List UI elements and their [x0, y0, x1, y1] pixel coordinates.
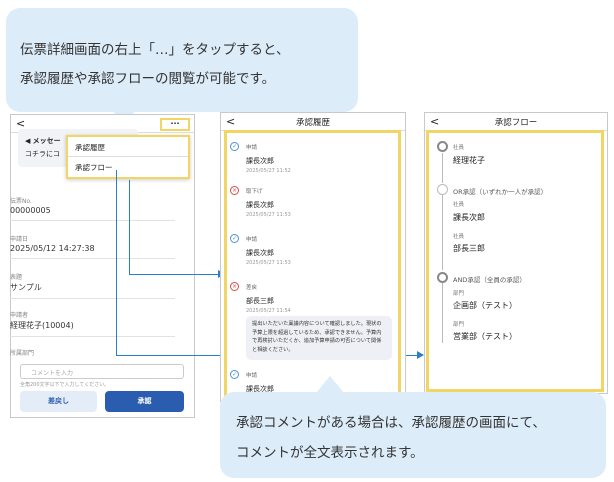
history-status: 申請 [246, 373, 258, 379]
menu-item-approval-history[interactable]: 承認履歴 [68, 137, 188, 157]
field-value: サンプル [10, 283, 42, 292]
instruction-callout-bottom: 承認コメントがある場合は、承認履歴の画面にて、 コメントが全文表示されます。 [220, 392, 606, 478]
node-circle-icon [437, 141, 448, 152]
field-value: 経理花子(10004) [10, 321, 74, 330]
megaphone-icon: ◀ [25, 137, 31, 145]
history-navbar: < 承認履歴 [221, 113, 405, 131]
flow-name: 営業部（テスト） [453, 332, 517, 341]
check-icon: ✓ [230, 370, 239, 379]
field-apply-date: 申請日 2025/05/12 14:27:38 [10, 234, 175, 259]
flow-role: 社員 [453, 145, 465, 151]
field-label: 伝票No. [10, 198, 32, 205]
flow-header: OR承認（いずれか一人が承認） [453, 188, 548, 196]
page-title: 承認履歴 [295, 118, 330, 128]
history-name: 課長次郎 [246, 249, 274, 257]
flow-highlight [426, 130, 604, 392]
history-status: 取下げ [246, 189, 263, 195]
check-icon: ✓ [230, 234, 239, 243]
field-label: 所属部門 [10, 350, 35, 357]
flow-connector [442, 195, 443, 270]
field-value: 2025/05/12 14:27:38 [10, 244, 95, 253]
comment-note: 全角200文字以下で入力してください。 [20, 382, 110, 388]
more-menu-button[interactable]: ··· [160, 118, 190, 131]
comment-input[interactable]: コメントを入力 [20, 364, 184, 379]
flow-name: 企画部（テスト） [453, 301, 517, 310]
history-date: 2025/05/27 11:53 [246, 260, 291, 266]
flow-header: AND承認（全員の承認） [453, 276, 526, 284]
callout-line: コメントが全文表示されます。 [236, 445, 424, 461]
connector-line [129, 274, 219, 275]
page-title: 承認フロー [494, 118, 538, 128]
flow-name: 課長次郎 [453, 213, 485, 222]
field-department: 所属部門 [10, 348, 175, 358]
callout-line: 承認コメントがある場合は、承認履歴の画面にて、 [236, 415, 546, 431]
connector-line [116, 170, 117, 355]
history-name: 課長次郎 [246, 157, 274, 165]
history-date: 2025/05/27 11:53 [246, 212, 291, 218]
field-applicant: 申請者 経理花子(10004) [10, 310, 175, 337]
menu-item-approval-flow[interactable]: 承認フロー [68, 157, 188, 177]
node-circle-icon [437, 272, 448, 283]
callout-tail [316, 376, 344, 393]
instruction-callout-top: 伝票詳細画面の右上「…」をタップすると、 承認履歴や承認フローの閲覧が可能です。 [6, 8, 358, 112]
history-status: 差戻 [246, 285, 258, 291]
check-icon: ✓ [230, 142, 239, 151]
connector-line [129, 180, 130, 274]
history-comment: 提出いただいた稟議内容について確認しました。現状の予算上限を超過しているため、承… [246, 316, 392, 360]
history-name: 部長三郎 [246, 297, 274, 305]
callout-line: 承認履歴や承認フローの閲覧が可能です。 [20, 71, 276, 87]
message-title: メッセー [32, 137, 61, 145]
field-label: 申請日 [10, 236, 29, 243]
cross-icon: × [230, 282, 239, 291]
flow-name: 部長三郎 [453, 244, 485, 253]
history-status: 申請 [246, 145, 258, 151]
field-label: 申請者 [10, 312, 29, 319]
flow-connector [442, 283, 443, 343]
field-subject: 表題 サンプル [10, 272, 175, 299]
history-date: 2025/05/27 11:54 [246, 308, 291, 314]
arrow-icon [417, 351, 424, 359]
more-menu-dropdown: 承認履歴 承認フロー [66, 135, 190, 179]
history-date: 2025/05/27 11:52 [246, 168, 291, 174]
flow-role: 部門 [453, 322, 465, 328]
return-button[interactable]: 差戻し [20, 391, 97, 412]
flow-role: 社員 [453, 202, 465, 208]
cross-icon: × [230, 186, 239, 195]
flow-navbar: < 承認フロー [425, 113, 607, 131]
flow-role: 部門 [453, 291, 465, 297]
history-name: 課長次郎 [246, 201, 274, 209]
approve-button[interactable]: 承認 [105, 391, 184, 412]
flow-name: 経理花子 [453, 156, 485, 165]
node-circle-icon [437, 184, 448, 195]
flow-connector [442, 153, 443, 183]
callout-line: 伝票詳細画面の右上「…」をタップすると、 [20, 42, 290, 58]
history-status: 申請 [246, 237, 258, 243]
field-value: 00000005 [10, 206, 51, 215]
flow-role: 社員 [453, 234, 465, 240]
field-voucher-no: 伝票No. 00000005 [10, 196, 175, 221]
